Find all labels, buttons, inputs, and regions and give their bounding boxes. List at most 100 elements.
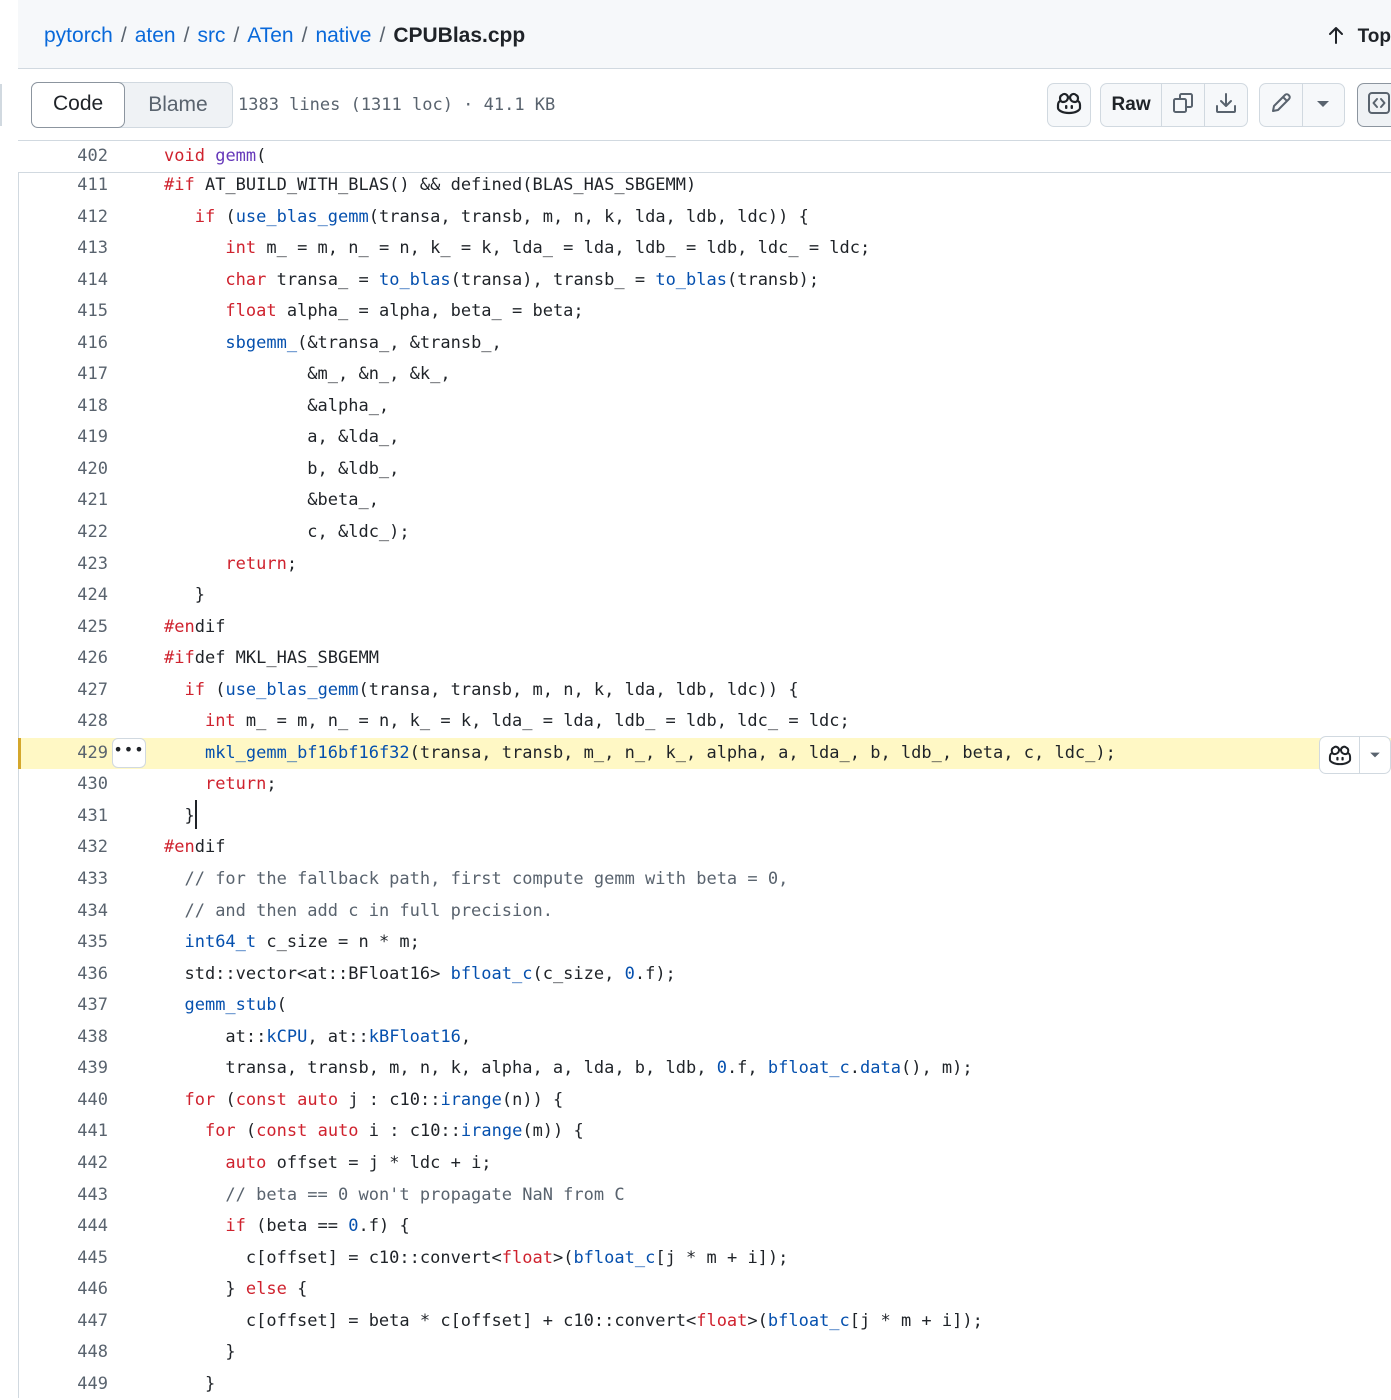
- line-number[interactable]: 439: [18, 1053, 108, 1085]
- line-number[interactable]: 426: [18, 643, 108, 675]
- code-line-416[interactable]: 416 sbgemm_(&transa_, &transb_,: [18, 328, 1391, 360]
- line-number[interactable]: 427: [18, 675, 108, 707]
- code-line-417[interactable]: 417 &m_, &n_, &k_,: [18, 359, 1391, 391]
- line-options-button[interactable]: •••: [112, 737, 146, 768]
- line-number[interactable]: 440: [18, 1085, 108, 1117]
- line-number[interactable]: 413: [18, 233, 108, 265]
- download-raw-button[interactable]: [1205, 84, 1247, 126]
- line-number[interactable]: 428: [18, 706, 108, 738]
- code-line-427[interactable]: 427 if (use_blas_gemm(transa, transb, m,…: [18, 675, 1391, 707]
- code-line-437[interactable]: 437 gemm_stub(: [18, 990, 1391, 1022]
- line-number[interactable]: 429: [18, 738, 108, 770]
- line-number[interactable]: 418: [18, 391, 108, 423]
- copilot-button[interactable]: [1047, 83, 1091, 127]
- line-number[interactable]: 431: [18, 801, 108, 833]
- line-number[interactable]: 435: [18, 927, 108, 959]
- raw-button[interactable]: Raw: [1101, 84, 1163, 126]
- code-line-422[interactable]: 422 c, &ldc_);: [18, 517, 1391, 549]
- breadcrumb-aten-link[interactable]: aten: [135, 24, 176, 47]
- line-number[interactable]: 438: [18, 1022, 108, 1054]
- code-line-431[interactable]: 431 }: [18, 799, 1391, 833]
- code-line-428[interactable]: 428 int m_ = m, n_ = n, k_ = k, lda_ = l…: [18, 706, 1391, 738]
- line-number[interactable]: 442: [18, 1148, 108, 1180]
- line-number[interactable]: 421: [18, 485, 108, 517]
- tab-blame[interactable]: Blame: [124, 83, 232, 127]
- line-number[interactable]: 415: [18, 296, 108, 328]
- code-line-446[interactable]: 446 } else {: [18, 1274, 1391, 1306]
- code-line-412[interactable]: 412 if (use_blas_gemm(transa, transb, m,…: [18, 202, 1391, 234]
- line-number[interactable]: 444: [18, 1211, 108, 1243]
- code-line-426[interactable]: 426 #ifdef MKL_HAS_SBGEMM: [18, 643, 1391, 675]
- code-line-438[interactable]: 438 at::kCPU, at::kBFloat16,: [18, 1022, 1391, 1054]
- line-number[interactable]: 441: [18, 1116, 108, 1148]
- code-line-418[interactable]: 418 &alpha_,: [18, 391, 1391, 423]
- tab-code[interactable]: Code: [31, 82, 126, 128]
- breadcrumb-ATen-link[interactable]: ATen: [247, 24, 293, 47]
- code-line-445[interactable]: 445 c[offset] = c10::convert<float>(bflo…: [18, 1243, 1391, 1275]
- line-number[interactable]: 443: [18, 1180, 108, 1212]
- symbols-panel-button[interactable]: [1357, 83, 1391, 127]
- code-line-411[interactable]: 411 #if AT_BUILD_WITH_BLAS() && defined(B…: [18, 170, 1391, 202]
- line-number[interactable]: 420: [18, 454, 108, 486]
- copilot-icon[interactable]: [1320, 736, 1361, 773]
- breadcrumb-src-link[interactable]: src: [197, 24, 225, 47]
- code-line-440[interactable]: 440 for (const auto j : c10::irange(n)) …: [18, 1085, 1391, 1117]
- line-number[interactable]: 449: [18, 1369, 108, 1400]
- code-line-425[interactable]: 425 #endif: [18, 612, 1391, 644]
- line-number[interactable]: 436: [18, 959, 108, 991]
- code-line-435[interactable]: 435 int64_t c_size = n * m;: [18, 927, 1391, 959]
- line-number[interactable]: 411: [18, 170, 108, 202]
- code-line-430[interactable]: 430 return;: [18, 769, 1391, 801]
- line-number[interactable]: 419: [18, 422, 108, 454]
- line-number[interactable]: 434: [18, 896, 108, 928]
- code-line-439[interactable]: 439 transa, transb, m, n, k, alpha, a, l…: [18, 1053, 1391, 1085]
- line-number[interactable]: 417: [18, 359, 108, 391]
- breadcrumb-repo-link[interactable]: pytorch: [44, 24, 113, 47]
- line-number[interactable]: 446: [18, 1274, 108, 1306]
- code-line-443[interactable]: 443 // beta == 0 won't propagate NaN fro…: [18, 1180, 1391, 1212]
- code-line-448[interactable]: 448 }: [18, 1337, 1391, 1369]
- code-line-432[interactable]: 432 #endif: [18, 832, 1391, 864]
- code-line-413[interactable]: 413 int m_ = m, n_ = n, k_ = k, lda_ = l…: [18, 233, 1391, 265]
- code-line-414[interactable]: 414 char transa_ = to_blas(transa), tran…: [18, 265, 1391, 297]
- code-line-421[interactable]: 421 &beta_,: [18, 485, 1391, 517]
- line-number[interactable]: 437: [18, 990, 108, 1022]
- code-line-419[interactable]: 419 a, &lda_,: [18, 422, 1391, 454]
- code-line-433[interactable]: 433 // for the fallback path, first comp…: [18, 864, 1391, 896]
- code-line-424[interactable]: 424 }: [18, 580, 1391, 612]
- triangle-down-icon[interactable]: [1360, 737, 1390, 773]
- code-line-441[interactable]: 441 for (const auto i : c10::irange(m)) …: [18, 1116, 1391, 1148]
- line-number[interactable]: 425: [18, 612, 108, 644]
- line-number[interactable]: 422: [18, 517, 108, 549]
- line-number[interactable]: 412: [18, 202, 108, 234]
- line-number[interactable]: 432: [18, 832, 108, 864]
- edit-file-button[interactable]: [1260, 84, 1303, 126]
- line-number[interactable]: 416: [18, 328, 108, 360]
- code-line-436[interactable]: 436 std::vector<at::BFloat16> bfloat_c(c…: [18, 959, 1391, 991]
- line-copilot-menu[interactable]: [1319, 735, 1391, 774]
- code-line-444[interactable]: 444 if (beta == 0.f) {: [18, 1211, 1391, 1243]
- line-number[interactable]: 445: [18, 1243, 108, 1275]
- code-line-449[interactable]: 449 }: [18, 1369, 1391, 1400]
- more-edit-options-button[interactable]: [1303, 84, 1345, 126]
- code-line-434[interactable]: 434 // and then add c in full precision.: [18, 896, 1391, 928]
- line-number[interactable]: 402: [18, 141, 108, 173]
- line-number[interactable]: 423: [18, 549, 108, 581]
- line-number[interactable]: 448: [18, 1337, 108, 1369]
- code-line-442[interactable]: 442 auto offset = j * ldc + i;: [18, 1148, 1391, 1180]
- line-number[interactable]: 430: [18, 769, 108, 801]
- line-number[interactable]: 433: [18, 864, 108, 896]
- code-line-420[interactable]: 420 b, &ldb_,: [18, 454, 1391, 486]
- code-text: for (const auto i : c10::irange(m)) {: [204, 1121, 584, 1142]
- code-line-429[interactable]: 429 ••• mkl_gemm_bf16bf16f32(transa, tran…: [18, 735, 1391, 774]
- sticky-function-header[interactable]: 402 void gemm(: [18, 141, 1391, 173]
- copy-raw-button[interactable]: [1162, 84, 1205, 126]
- line-number[interactable]: 414: [18, 265, 108, 297]
- top-link[interactable]: Top: [1328, 22, 1391, 51]
- breadcrumb-native-link[interactable]: native: [315, 24, 371, 47]
- code-line-447[interactable]: 447 c[offset] = beta * c[offset] + c10::…: [18, 1306, 1391, 1338]
- code-line-415[interactable]: 415 float alpha_ = alpha, beta_ = beta;: [18, 296, 1391, 328]
- code-line-423[interactable]: 423 return;: [18, 549, 1391, 581]
- line-number[interactable]: 424: [18, 580, 108, 612]
- line-number[interactable]: 447: [18, 1306, 108, 1338]
